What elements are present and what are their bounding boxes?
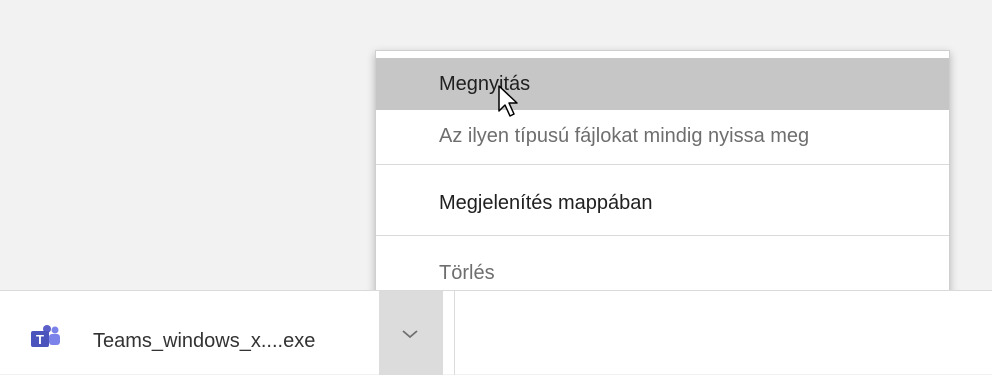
download-file-name: Teams_windows_x....exe: [93, 330, 316, 352]
menu-item-label: Törlés: [439, 262, 495, 284]
menu-item-show-in-folder[interactable]: Megjelenítés mappában: [376, 177, 949, 229]
menu-item-label: Megjelenítés mappában: [439, 192, 653, 214]
download-options-button[interactable]: [379, 291, 443, 375]
chevron-down-icon: [402, 330, 418, 339]
menu-item-label: Megnyitás: [439, 73, 531, 95]
menu-item-open[interactable]: Megnyitás: [376, 58, 949, 110]
download-item[interactable]: T Teams_windows_x....exe: [0, 291, 455, 375]
download-context-menu: Megnyitás Az ilyen típusú fájlokat mindi…: [375, 50, 950, 300]
teams-icon: T: [31, 325, 60, 347]
menu-separator: [376, 235, 949, 236]
download-shelf: T Teams_windows_x....exe: [0, 290, 992, 375]
menu-separator: [376, 164, 949, 165]
svg-text:T: T: [36, 332, 44, 347]
menu-item-always-open[interactable]: Az ilyen típusú fájlokat mindig nyissa m…: [376, 110, 949, 162]
menu-item-label: Az ilyen típusú fájlokat mindig nyissa m…: [439, 125, 810, 147]
